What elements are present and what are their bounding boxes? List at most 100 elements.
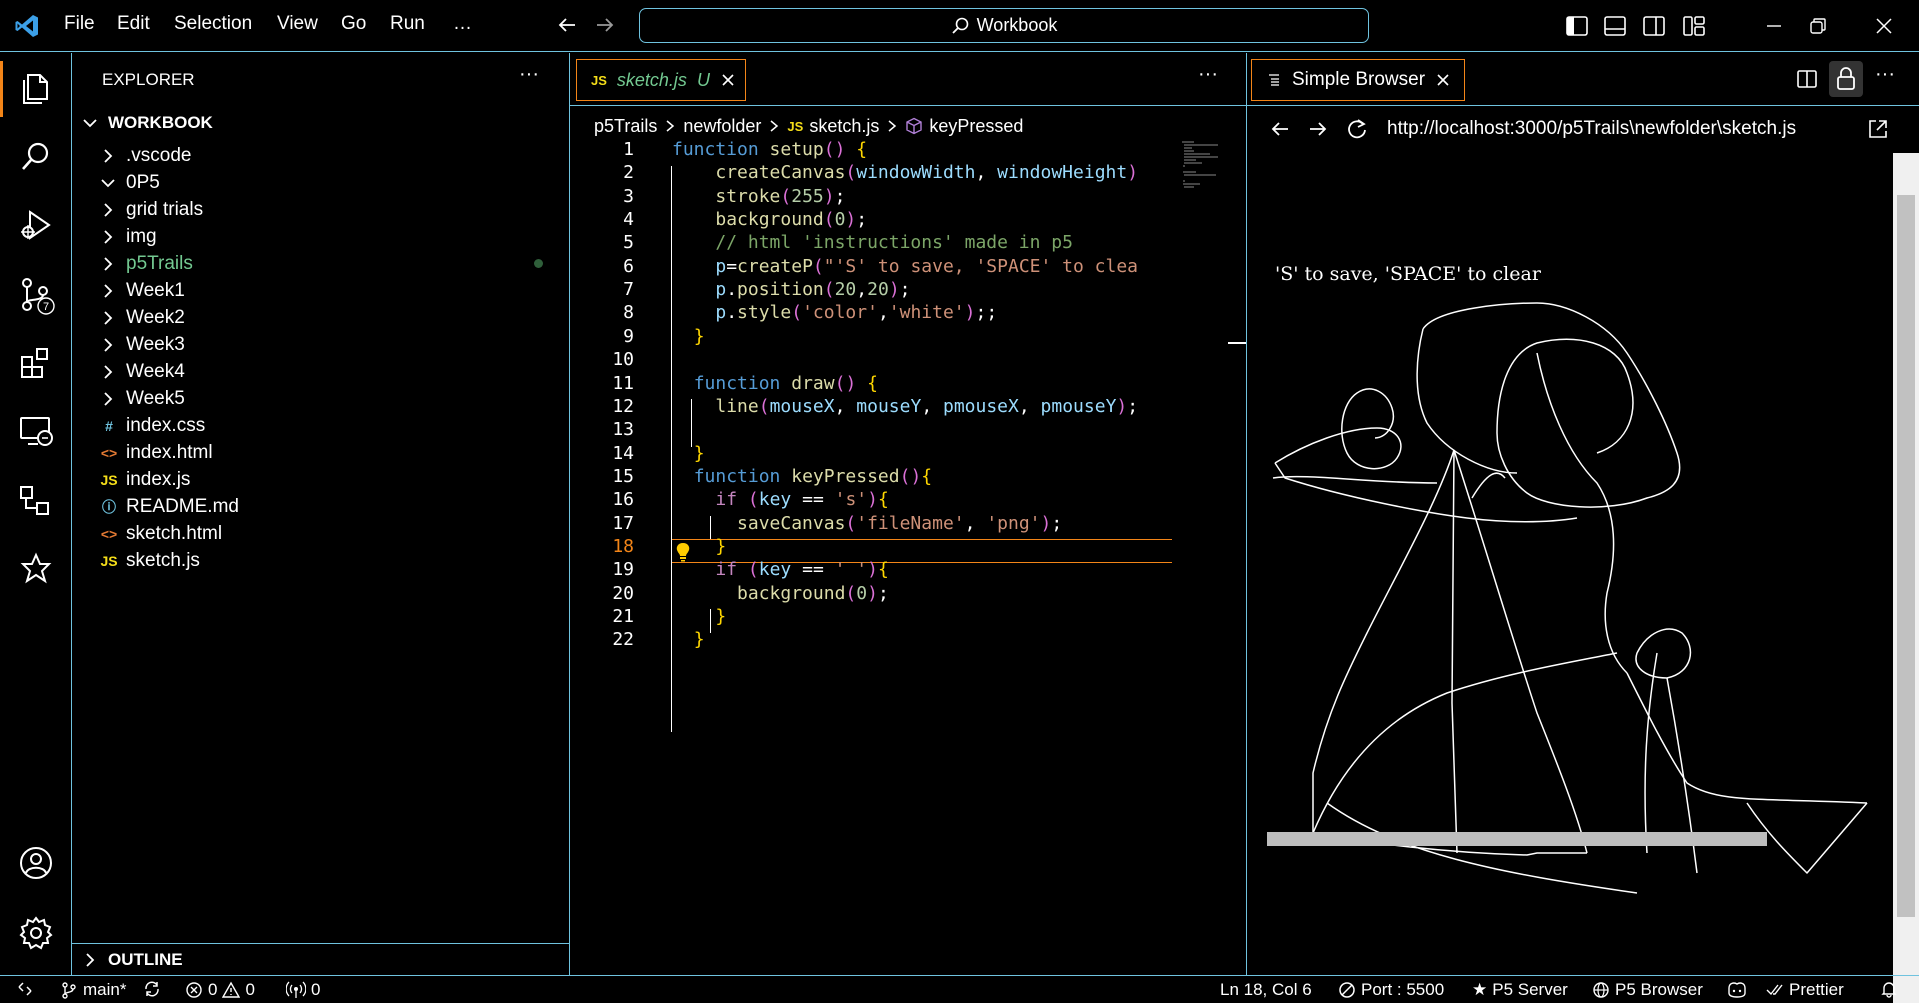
symbol-method-icon <box>905 117 923 135</box>
search-icon[interactable] <box>16 137 56 177</box>
menu-go[interactable]: Go <box>341 13 366 35</box>
chevron-right-icon <box>767 119 781 133</box>
remote-indicator-icon[interactable] <box>16 980 34 998</box>
code-text: function draw() { <box>693 372 878 394</box>
activity-bar: 7 <box>0 53 72 975</box>
open-in-external-browser-icon[interactable] <box>1867 118 1889 140</box>
menu-selection[interactable]: Selection <box>174 13 252 35</box>
live-server-port[interactable]: Port : 5500 <box>1338 980 1444 1000</box>
close-tab-icon[interactable] <box>720 72 736 88</box>
js-file-icon: JS <box>100 552 118 569</box>
tree-item-label: img <box>126 225 157 247</box>
chevron-right-icon <box>98 281 118 301</box>
browser-url-input[interactable]: http://localhost:3000/p5Trails\newfolder… <box>1387 118 1796 140</box>
breadcrumb-symbol[interactable]: keyPressed <box>929 116 1023 137</box>
breadcrumb-subfolder[interactable]: newfolder <box>683 116 761 137</box>
copilot-agent-icon[interactable] <box>16 549 56 589</box>
horizontal-scrollbar[interactable] <box>1259 829 1879 849</box>
close-icon[interactable] <box>1872 14 1896 38</box>
toggle-primary-sidebar-icon[interactable] <box>1565 14 1589 38</box>
line-number: 15 <box>612 465 634 487</box>
remote-explorer-icon[interactable] <box>16 411 56 451</box>
back-arrow-icon[interactable] <box>556 14 578 36</box>
breadcrumb-folder[interactable]: p5Trails <box>594 116 657 137</box>
chevron-right-icon <box>885 119 899 133</box>
js-file-icon: JS <box>100 471 118 488</box>
tree-item-label: Week4 <box>126 360 185 382</box>
sync-icon[interactable] <box>142 980 162 998</box>
copilot-icon[interactable] <box>1726 980 1748 998</box>
line-number: 20 <box>612 582 634 604</box>
lock-group-button[interactable] <box>1829 61 1863 97</box>
scrollbar-thumb[interactable] <box>1897 195 1915 917</box>
editor-more-actions-icon[interactable]: ··· <box>1198 63 1218 86</box>
file-item[interactable]: JS sketch.js <box>72 544 569 577</box>
explorer-icon[interactable] <box>0 61 56 117</box>
tab-simple-browser[interactable]: Simple Browser <box>1251 59 1465 101</box>
accounts-icon[interactable] <box>16 843 56 883</box>
tree-item-label: index.html <box>126 441 213 463</box>
menu-edit[interactable]: Edit <box>117 13 150 35</box>
title-bar: File Edit Selection View Go Run … Workbo… <box>0 0 1919 52</box>
chevron-right-icon <box>98 227 118 247</box>
errors-count: 0 <box>208 980 218 999</box>
p5-browser-button[interactable]: P5 Browser <box>1592 980 1703 1000</box>
menu-view[interactable]: View <box>277 13 318 35</box>
notifications-bell-icon[interactable] <box>1880 980 1898 998</box>
breadcrumb-file[interactable]: sketch.js <box>809 116 879 137</box>
toggle-panel-icon[interactable] <box>1603 14 1627 38</box>
customize-layout-icon[interactable] <box>1682 14 1706 38</box>
code-text: } <box>693 629 705 651</box>
forward-arrow-icon[interactable] <box>1307 118 1329 140</box>
live-share-icon[interactable] <box>16 481 56 521</box>
code-text: background(0); <box>715 209 868 231</box>
problems-indicator[interactable]: 0 0 <box>185 980 255 1000</box>
code-text: line(mouseX, mouseY, pmouseX, pmouseY); <box>715 395 1139 417</box>
restore-icon[interactable] <box>1806 14 1830 38</box>
prettier-button[interactable]: Prettier <box>1766 980 1844 1000</box>
run-debug-icon[interactable] <box>16 205 56 245</box>
tree-item-label: p5Trails <box>126 252 193 274</box>
minimize-icon[interactable] <box>1762 14 1786 38</box>
split-editor-icon[interactable] <box>1795 67 1819 91</box>
chevron-right-icon <box>98 362 118 382</box>
code-editor[interactable]: 1 function setup() {2 createCanvas(window… <box>570 139 1246 839</box>
line-number: 6 <box>623 255 634 277</box>
branch-indicator[interactable]: main* <box>60 980 126 1000</box>
outline-section[interactable]: OUTLINE <box>72 943 569 975</box>
menu-run[interactable]: Run <box>390 13 425 35</box>
line-number: 7 <box>623 279 634 301</box>
workspace-root[interactable]: WORKBOOK <box>72 106 569 139</box>
code-text: p.style('color','white');; <box>715 302 998 324</box>
forward-arrow-icon[interactable] <box>594 14 616 36</box>
command-center-search[interactable]: Workbook <box>639 8 1369 43</box>
code-text: if (key == 's'){ <box>715 489 889 511</box>
chevron-down-icon <box>80 113 100 133</box>
code-text: createCanvas(windowWidth, windowHeight) <box>715 162 1139 184</box>
source-control-icon[interactable]: 7 <box>16 275 56 315</box>
p5-server-button[interactable]: ★ P5 Server <box>1472 980 1568 1000</box>
cursor-position[interactable]: Ln 18, Col 6 <box>1220 980 1312 1000</box>
toggle-secondary-sidebar-icon[interactable] <box>1642 14 1666 38</box>
menu-more[interactable]: … <box>453 13 472 35</box>
vertical-scrollbar[interactable] <box>1893 153 1919 1003</box>
back-arrow-icon[interactable] <box>1269 118 1291 140</box>
reload-icon[interactable] <box>1345 117 1369 141</box>
tab-sketch-js[interactable]: JS sketch.js U <box>576 59 746 101</box>
code-line[interactable]: 22 } <box>570 629 1170 657</box>
double-check-icon <box>1766 984 1783 996</box>
extensions-icon[interactable] <box>16 343 56 383</box>
chevron-right-icon <box>80 950 100 970</box>
browser-tabs-bar: Simple Browser ··· <box>1247 53 1919 106</box>
browser-viewport[interactable]: 'S' to save, 'SPACE' to clear <box>1247 153 1893 1003</box>
ports-indicator[interactable]: 0 <box>286 980 320 1000</box>
menu-file[interactable]: File <box>64 13 95 35</box>
minimap[interactable] <box>1180 139 1220 189</box>
browser-more-actions-icon[interactable]: ··· <box>1875 63 1895 86</box>
chevron-right-icon <box>98 254 118 274</box>
sidebar-more-actions-icon[interactable]: ··· <box>519 63 539 86</box>
settings-gear-icon[interactable] <box>16 913 56 953</box>
scrollbar-thumb[interactable] <box>1267 832 1767 846</box>
close-tab-icon[interactable] <box>1435 72 1451 88</box>
code-text: p.position(20,20); <box>715 279 911 301</box>
